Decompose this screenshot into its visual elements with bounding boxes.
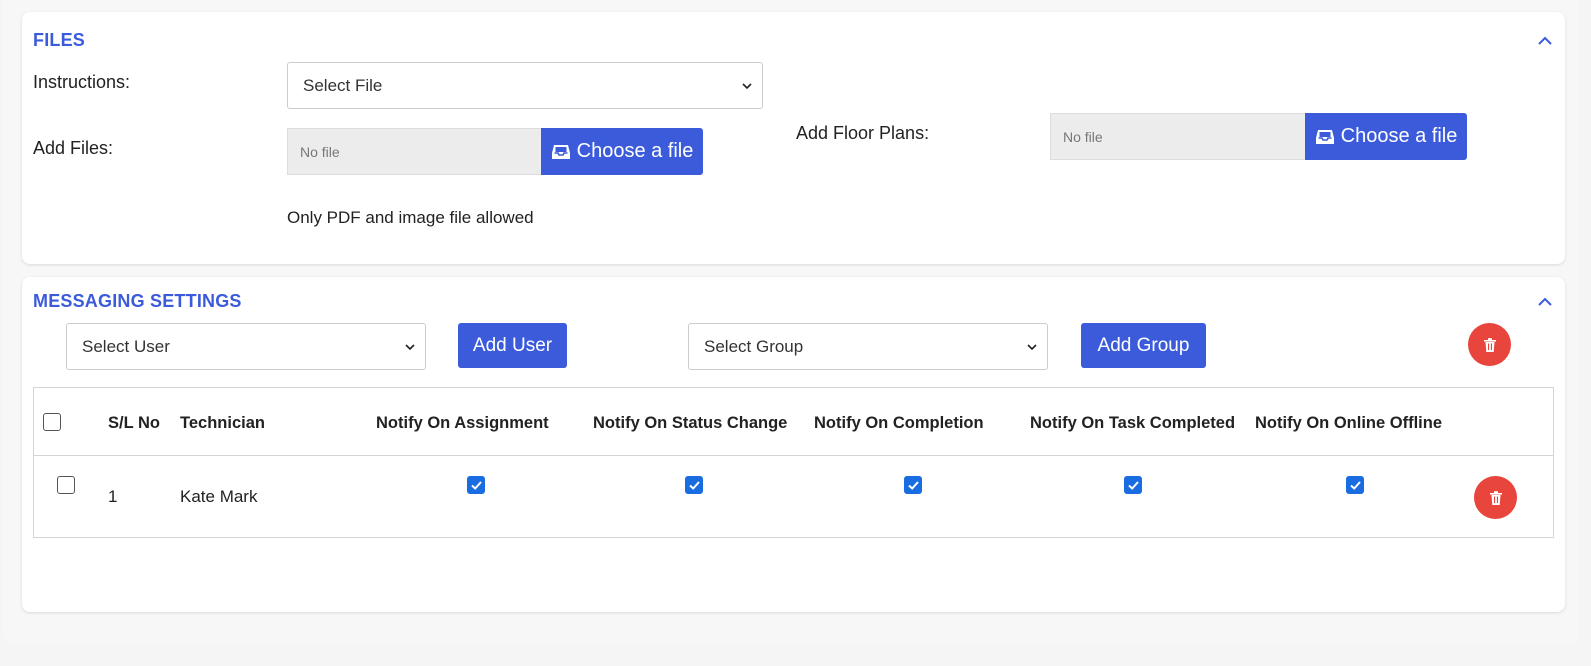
check-icon — [470, 480, 482, 490]
messaging-title: MESSAGING SETTINGS — [33, 291, 242, 311]
inbox-icon — [551, 144, 570, 159]
instructions-label: Instructions: — [33, 72, 131, 92]
chevron-down-icon — [742, 82, 752, 89]
add-files-label: Add Files: — [33, 138, 114, 158]
add-files-choose-label: Choose a file — [576, 140, 694, 162]
check-icon — [907, 480, 919, 490]
messaging-settings-card: MESSAGING SETTINGS Select User Add User … — [22, 277, 1565, 612]
floor-plans-input[interactable]: No file — [1050, 113, 1306, 160]
notify-online-offline-checkbox[interactable] — [1346, 476, 1364, 494]
add-files-choose-button[interactable]: Choose a file — [541, 128, 703, 175]
notify-completion-checkbox[interactable] — [904, 476, 922, 494]
floor-plans-choose-button[interactable]: Choose a file — [1305, 113, 1467, 160]
file-type-hint: Only PDF and image file allowed — [287, 208, 534, 227]
messaging-table: S/L No Technician Notify On Assignment N… — [33, 387, 1554, 538]
files-title: FILES — [33, 30, 86, 50]
notify-assignment-checkbox[interactable] — [467, 476, 485, 494]
column-header: Notify On Online Offline — [1255, 414, 1442, 432]
notify-status-change-checkbox[interactable] — [685, 476, 703, 494]
select-group-value: Select Group — [704, 336, 804, 356]
delete-row-button[interactable] — [1474, 476, 1517, 519]
select-user-value: Select User — [82, 336, 170, 356]
table-row: 1 Kate Mark — [34, 456, 1553, 538]
notify-task-completed-checkbox[interactable] — [1124, 476, 1142, 494]
table-header: S/L No Technician Notify On Assignment N… — [34, 388, 1553, 456]
select-user[interactable]: Select User — [66, 323, 426, 370]
instructions-select[interactable]: Select File — [287, 62, 763, 109]
floor-plans-choose-label: Choose a file — [1340, 125, 1458, 147]
inbox-icon — [1315, 129, 1334, 144]
column-header: S/L No — [108, 414, 160, 432]
add-user-button[interactable]: Add User — [458, 323, 567, 368]
add-files-input[interactable]: No file — [287, 128, 542, 175]
chevron-up-icon[interactable] — [1537, 294, 1553, 310]
column-header: Technician — [180, 414, 265, 432]
select-group[interactable]: Select Group — [688, 323, 1048, 370]
delete-all-button[interactable] — [1468, 323, 1511, 366]
column-header: Notify On Task Completed — [1030, 414, 1236, 432]
add-group-button[interactable]: Add Group — [1081, 323, 1206, 368]
row-sl-no: 1 — [108, 487, 118, 506]
chevron-down-icon — [1027, 343, 1037, 350]
chevron-up-icon[interactable] — [1537, 33, 1553, 49]
column-header: Notify On Assignment — [376, 414, 549, 432]
instructions-select-value: Select File — [303, 75, 383, 95]
row-technician: Kate Mark — [180, 487, 258, 506]
check-icon — [1127, 480, 1139, 490]
files-card: FILES Instructions: Select File Add File… — [22, 12, 1565, 264]
select-all-checkbox[interactable] — [43, 413, 61, 431]
floor-plans-label: Add Floor Plans: — [796, 123, 930, 143]
check-icon — [688, 480, 700, 490]
trash-icon — [1489, 490, 1502, 505]
column-header: Notify On Status Change — [593, 414, 788, 432]
page-container: FILES Instructions: Select File Add File… — [3, 0, 1579, 643]
chevron-down-icon — [405, 343, 415, 350]
column-header: Notify On Completion — [814, 414, 984, 432]
trash-icon — [1483, 337, 1496, 352]
row-select-checkbox[interactable] — [57, 476, 75, 494]
check-icon — [1349, 480, 1361, 490]
